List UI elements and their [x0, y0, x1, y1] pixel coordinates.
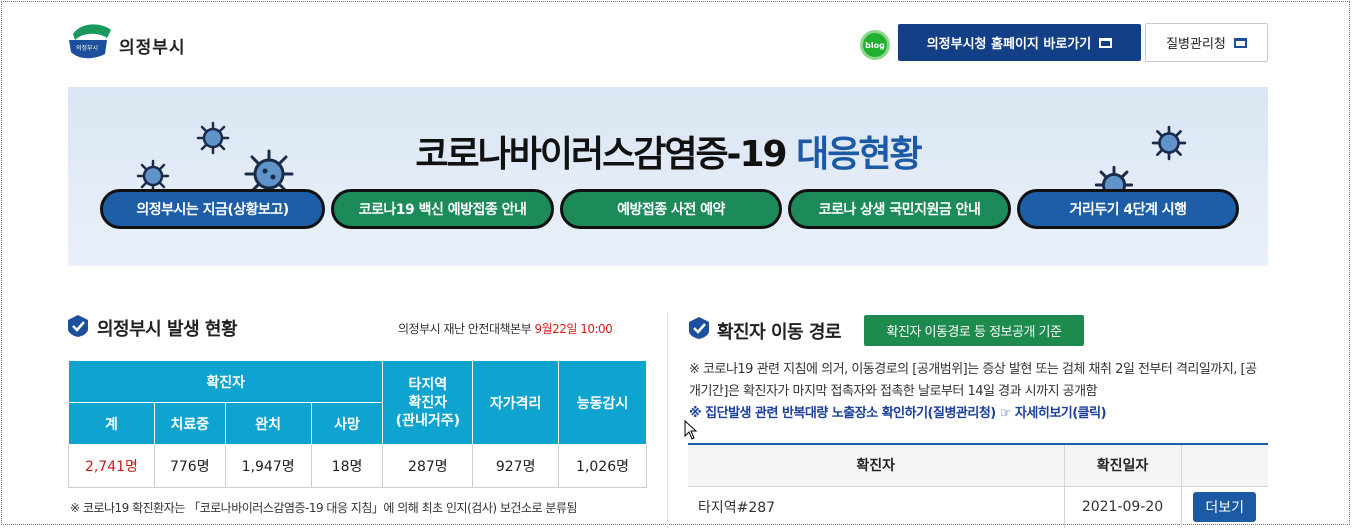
blog-icon[interactable]: blog	[860, 30, 890, 60]
more-button[interactable]: 더보기	[1193, 492, 1257, 523]
header-active-monitoring: 능동감시	[558, 360, 647, 445]
section-shield-icon	[689, 317, 709, 339]
col-date: 확진일자	[1064, 443, 1182, 487]
site-logo[interactable]: 의정부시 의정부시	[67, 20, 186, 64]
status-date: 9월22일 10:00	[534, 322, 613, 336]
new-window-icon	[1233, 37, 1247, 48]
header-recovered: 완치	[224, 402, 312, 445]
exposure-sites-link[interactable]: ※ 집단발생 관련 반복대량 노출장소 확인하기(질병관리청) ☞ 자세히보기(…	[689, 402, 1107, 421]
status-source: 의정부시 재난 안전대책본부 9월22일 10:00	[398, 322, 613, 336]
pill-status-report[interactable]: 의정부시는 지금(상황보고)	[100, 189, 325, 229]
pill-distancing[interactable]: 거리두기 4단계 시행	[1017, 189, 1239, 229]
value-other-region: 287명	[382, 444, 474, 488]
row-date: 2021-09-20	[1064, 486, 1182, 528]
movement-section-title: 확진자 이동 경로	[717, 322, 841, 343]
disclosure-criteria-button[interactable]: 확진자 이동경로 등 정보공개 기준	[864, 315, 1084, 346]
city-homepage-button[interactable]: 의정부시청 홈페이지 바로가기	[898, 24, 1141, 61]
pill-relief-fund[interactable]: 코로나 상생 국민지원금 안내	[788, 189, 1011, 229]
value-recovered: 1,947명	[224, 444, 312, 488]
header-confirmed: 확진자	[67, 360, 384, 403]
kdca-button[interactable]: 질병관리청	[1145, 23, 1268, 62]
header-self-quarantine: 자가격리	[472, 360, 560, 445]
mouse-cursor-icon	[684, 420, 698, 440]
status-table: 확진자 타지역 확진자 (관내거주) 자가격리 능동감시 계 치료중 완치 사망…	[67, 360, 647, 488]
banner-title: 코로나바이러스감염증-19 대응현황	[415, 134, 922, 175]
pill-vaccine-guide[interactable]: 코로나19 백신 예방접종 안내	[331, 189, 554, 229]
header-treating: 치료중	[153, 402, 226, 445]
status-section-title: 의정부시 발생 현황	[97, 319, 238, 340]
value-total: 2,741명	[68, 444, 155, 488]
svg-text:의정부시: 의정부시	[76, 44, 98, 52]
header-other-region: 타지역 확진자 (관내거주)	[382, 360, 474, 445]
movement-table: 확진자 확진일자 타지역#287 2021-09-20 더보기	[688, 443, 1268, 528]
city-emblem-icon: 의정부시	[67, 20, 115, 64]
logo-text: 의정부시	[119, 37, 186, 58]
header-deaths: 사망	[310, 402, 384, 445]
value-self-quarantine: 927명	[472, 444, 560, 488]
value-deaths: 18명	[310, 444, 384, 488]
col-action	[1181, 443, 1268, 487]
col-patient: 확진자	[688, 443, 1065, 487]
section-shield-icon	[68, 315, 88, 337]
banner-pill-nav: 의정부시는 지금(상황보고) 코로나19 백신 예방접종 안내 예방접종 사전 …	[100, 189, 1239, 229]
movement-note: ※ 코로나19 관련 지침에 의거, 이동경로의 [공개범위]는 증상 발현 또…	[689, 362, 1257, 399]
status-note: ※ 코로나19 확진환자는 「코로나바이러스감염증-19 대응 지침」에 의해 …	[70, 501, 577, 515]
value-active-monitoring: 1,026명	[558, 444, 647, 488]
pill-vaccine-reservation[interactable]: 예방접종 사전 예약	[560, 189, 782, 229]
covid-banner: 코로나바이러스감염증-19 대응현황 의정부시는 지금(상황보고) 코로나19 …	[68, 87, 1268, 266]
column-divider	[667, 312, 668, 528]
new-window-icon	[1099, 37, 1113, 48]
value-treating: 776명	[153, 444, 226, 488]
header-total: 계	[68, 402, 155, 445]
row-patient: 타지역#287	[688, 486, 1065, 528]
table-row: 타지역#287 2021-09-20 더보기	[688, 486, 1268, 528]
